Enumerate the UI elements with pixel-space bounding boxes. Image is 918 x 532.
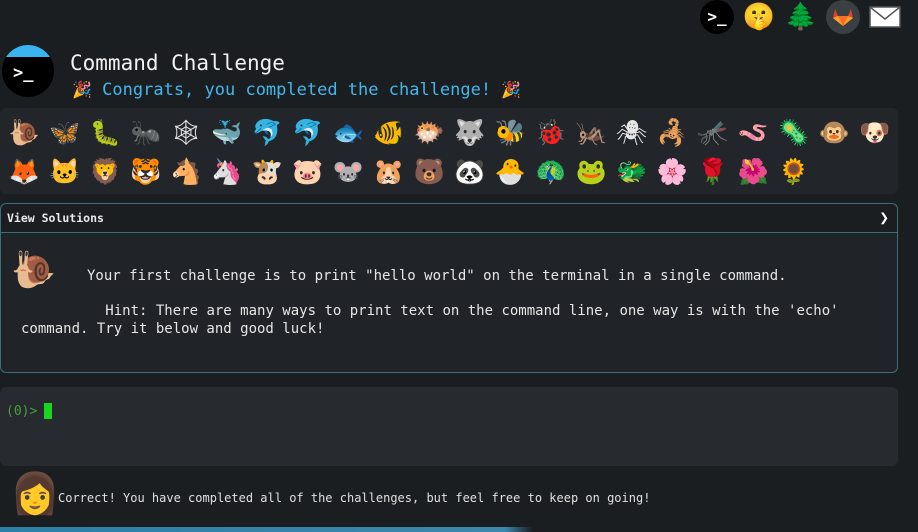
challenge-animal-icon[interactable]: 🐲 (612, 153, 653, 189)
envelope-icon[interactable] (868, 0, 902, 34)
challenge-hint: Hint: There are many ways to print text … (21, 302, 871, 338)
challenge-animal-icon[interactable]: 🐵 (814, 114, 855, 150)
challenge-animal-icon[interactable]: 🐛 (85, 114, 126, 150)
congrats-subtitle: 🎉 Congrats, you completed the challenge!… (72, 80, 521, 100)
challenge-animal-icon[interactable]: 🦗 (571, 114, 612, 150)
challenge-animal-icon[interactable]: 🐭 (328, 153, 369, 189)
hint-text: Hint: There are many ways to print text … (21, 303, 839, 337)
challenge-animal-icon[interactable]: 🐜 (126, 114, 167, 150)
challenge-animal-icon[interactable]: 🦊 (4, 153, 45, 189)
challenge-animal-icon[interactable]: 🐸 (571, 153, 612, 189)
challenge-animal-icon[interactable]: 🦁 (85, 153, 126, 189)
challenge-animal-icon[interactable]: 🐳 (207, 114, 248, 150)
challenge-animal-icon[interactable]: 🐬 (247, 114, 288, 150)
challenge-animal-icon[interactable]: 🐱 (45, 153, 86, 189)
challenge-animal-icon[interactable]: 🐝 (490, 114, 531, 150)
challenge-icons-row-1: 🐌 🦋 🐛 🐜 🕸 🐳 🐬 🐬 🐟 🐠 🐡 🐺 🐝 🐞 🦗 🕷 🦂 🦟 🪱 🦠 🐵 🐶 (4, 114, 895, 150)
challenge-animal-icon[interactable]: 🐷 (288, 153, 329, 189)
challenge-animal-icon[interactable]: 🦂 (652, 114, 693, 150)
challenge-animal-icon[interactable]: 🐠 (369, 114, 410, 150)
challenge-icons-row-2: 🦊 🐱 🦁 🐯 🐴 🦄 🐮 🐷 🐭 🐹 🐻 🐼 🐣 🦚 🐸 🐲 🌸 🌹 🌺 🌻 (4, 153, 814, 189)
shushing-face-icon[interactable]: 🤫 (742, 0, 776, 34)
chevron-right-icon[interactable]: ❯ (879, 208, 889, 227)
challenge-animal-icon[interactable]: 🦄 (207, 153, 248, 189)
challenge-animal-icon[interactable]: 🐣 (490, 153, 531, 189)
challenge-animal-icon[interactable]: 🐴 (166, 153, 207, 189)
top-icon-bar: >_ 🤫 🌲 (700, 0, 902, 34)
challenge-animal-icon[interactable]: 🐡 (409, 114, 450, 150)
challenge-animal-icon[interactable]: 🌹 (693, 153, 734, 189)
terminal-input[interactable]: (0)> (0, 387, 898, 466)
congrats-text: Congrats, you completed the challenge! (102, 80, 492, 100)
challenge-animal-icon[interactable]: 🐶 (855, 114, 896, 150)
challenge-animal-icon[interactable]: 🐹 (369, 153, 410, 189)
woman-avatar-icon: 👩 (10, 471, 60, 517)
challenge-animal-icon[interactable]: 🦠 (774, 114, 815, 150)
challenge-animal-icon[interactable]: 🐟 (328, 114, 369, 150)
challenge-animal-icon[interactable]: 🌺 (733, 153, 774, 189)
terminal-icon[interactable]: >_ (700, 0, 734, 34)
challenge-animal-icon[interactable]: 🐬 (288, 114, 329, 150)
challenge-icons-panel: 🐌 🦋 🐛 🐜 🕸 🐳 🐬 🐬 🐟 🐠 🐡 🐺 🐝 🐞 🦗 🕷 🦂 🦟 🪱 🦠 🐵 🐶 🦊 🐱 🦁 🐯 🐴 🦄 🐮 🐷 🐭 🐹 🐻 🐼 🐣 🦚 🐸 🐲 🌸… (0, 108, 898, 194)
challenge-animal-icon[interactable]: 🌸 (652, 153, 693, 189)
challenge-animal-icon[interactable]: 🦋 (45, 114, 86, 150)
snail-icon: 🐌 (11, 250, 56, 291)
terminal-prompt: (0)> (6, 404, 38, 419)
view-solutions-title: View Solutions (7, 211, 104, 225)
challenge-animal-icon[interactable]: 🐞 (531, 114, 572, 150)
progress-bar (0, 527, 918, 532)
challenge-animal-icon[interactable]: 🦟 (693, 114, 734, 150)
party-popper-icon: 🎉 (501, 80, 522, 99)
challenge-animal-icon[interactable]: 🪱 (733, 114, 774, 150)
status-message: Correct! You have completed all of the c… (58, 491, 651, 505)
evergreen-tree-icon[interactable]: 🌲 (784, 0, 818, 34)
status-footer: 👩 Correct! You have completed all of the… (0, 474, 900, 524)
challenge-animal-icon[interactable]: 🦚 (531, 153, 572, 189)
page-title: Command Challenge (70, 51, 285, 75)
view-solutions-header[interactable]: View Solutions ❯ (1, 204, 897, 233)
challenge-animal-icon[interactable]: 🕸 (166, 114, 207, 150)
terminal-cursor (44, 403, 52, 419)
challenge-animal-icon[interactable]: 🐮 (247, 153, 288, 189)
terminal-logo-icon[interactable]: >_ (2, 45, 54, 97)
challenge-animal-icon[interactable]: 🐼 (450, 153, 491, 189)
page-header: >_ Command Challenge 🎉 Congrats, you com… (2, 45, 882, 103)
challenge-animal-icon[interactable]: 🐯 (126, 153, 167, 189)
challenge-animal-icon[interactable]: 🐻 (409, 153, 450, 189)
challenge-animal-icon[interactable]: 🐺 (450, 114, 491, 150)
challenge-animal-icon[interactable]: 🌻 (774, 153, 815, 189)
challenge-animal-icon[interactable]: 🕷 (612, 114, 653, 150)
view-solutions-panel: View Solutions ❯ 🐌 Your first challenge … (0, 203, 898, 373)
gitlab-icon[interactable] (826, 0, 860, 34)
party-popper-icon: 🎉 (72, 80, 92, 99)
challenge-description: Your first challenge is to print "hello … (87, 268, 787, 284)
challenge-animal-icon[interactable]: 🐌 (4, 114, 45, 150)
